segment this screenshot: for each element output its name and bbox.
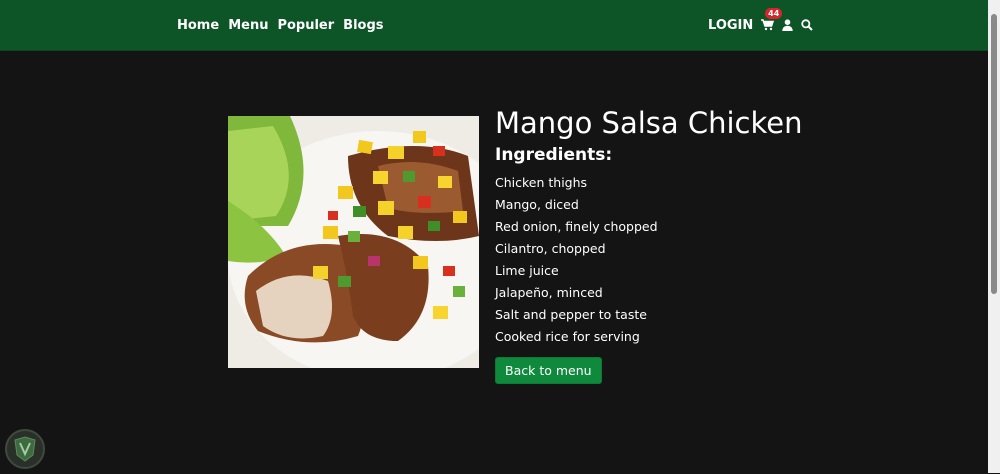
back-to-menu-button[interactable]: Back to menu (495, 357, 602, 384)
recipe-title: Mango Salsa Chicken (495, 106, 803, 140)
ingredients-heading: Ingredients: (495, 145, 613, 165)
nav-actions: LOGIN 44 (708, 0, 813, 50)
ingredient-item: Lime juice (495, 263, 559, 278)
ingredient-item: Cooked rice for serving (495, 329, 640, 344)
ingredient-item: Mango, diced (495, 197, 579, 212)
ingredient-item: Cilantro, chopped (495, 241, 606, 256)
scrollbar-thumb[interactable] (991, 14, 997, 294)
recipe-details: Mango Salsa Chicken Ingredients: Chicken… (495, 104, 895, 384)
search-icon[interactable] (801, 19, 813, 31)
user-icon[interactable] (782, 19, 793, 31)
nav-links: Home Menu Populer Blogs (177, 0, 384, 50)
cart-icon[interactable]: 44 (761, 8, 783, 31)
nav-link-home[interactable]: Home (177, 18, 219, 33)
dish-image (228, 116, 479, 368)
nav-link-blogs[interactable]: Blogs (343, 18, 383, 33)
ingredient-item: Chicken thighs (495, 175, 588, 190)
ingredient-item: Red onion, finely chopped (495, 219, 658, 234)
navbar: Home Menu Populer Blogs LOGIN 44 (0, 0, 988, 51)
nav-link-menu[interactable]: Menu (228, 18, 268, 33)
nav-link-populer[interactable]: Populer (277, 18, 334, 33)
cart-count-badge: 44 (765, 8, 783, 19)
shield-logo-icon (4, 428, 46, 470)
login-link[interactable]: LOGIN (708, 18, 753, 33)
ingredients-list: Chicken thighs Mango, diced Red onion, f… (495, 172, 895, 348)
ingredient-item: Salt and pepper to taste (495, 307, 647, 322)
scrollbar[interactable] (988, 0, 1000, 473)
ingredient-item: Jalapeño, minced (495, 285, 603, 300)
